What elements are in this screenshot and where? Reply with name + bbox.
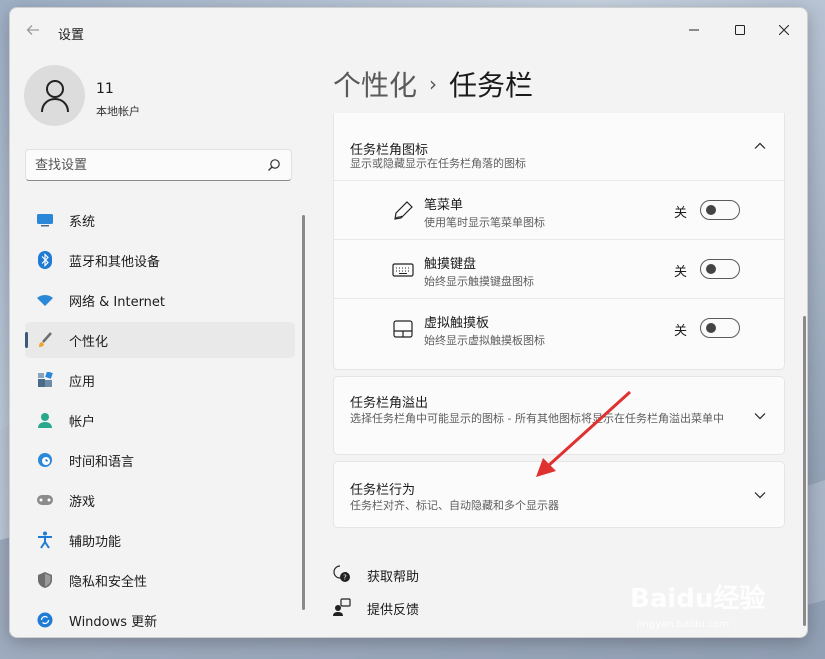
sidebar-item-label: 游戏: [69, 495, 96, 510]
bluetooth-icon: [36, 251, 54, 269]
maximize-icon: [735, 25, 745, 35]
section-title: 任务栏角溢出: [350, 396, 429, 411]
item-title: 虚拟触摸板: [424, 316, 490, 331]
item-desc: 始终显示虚拟触摸板图标: [424, 334, 545, 347]
sidebar-item-label: 辅助功能: [69, 535, 122, 550]
sidebar-item-network[interactable]: 网络 & Internet: [25, 282, 295, 318]
search-icon[interactable]: [267, 158, 281, 172]
arrow-left-icon: [26, 25, 39, 35]
item-desc: 始终显示触摸键盘图标: [424, 275, 534, 288]
sidebar-item-system[interactable]: 系统: [25, 202, 295, 238]
breadcrumb-parent[interactable]: 个性化: [333, 69, 417, 102]
touchpad-icon: [393, 320, 413, 338]
sidebar-scrollbar[interactable]: [302, 215, 305, 610]
back-button[interactable]: [23, 22, 43, 42]
account-type: 本地帐户: [96, 105, 140, 118]
shield-icon: [36, 571, 54, 589]
item-title: 笔菜单: [424, 198, 464, 213]
minimize-icon: [689, 29, 699, 31]
sidebar-item-privacy[interactable]: 隐私和安全性: [25, 562, 295, 598]
chevron-down-icon[interactable]: [754, 489, 766, 501]
toggle-state-label: 关: [674, 265, 688, 280]
settings-window: 设置 11 本地帐户 系统 蓝牙和其他设备 网络 & In: [9, 7, 808, 638]
wifi-icon: [36, 291, 54, 309]
sidebar-item-label: 蓝牙和其他设备: [69, 255, 161, 270]
globe-clock-icon: [36, 451, 54, 469]
card-corner-overflow[interactable]: 任务栏角溢出 选择任务栏角中可能显示的图标 - 所有其他图标将显示在任务栏角溢出…: [333, 376, 785, 455]
chevron-down-icon[interactable]: [754, 410, 766, 422]
sidebar-item-accessibility[interactable]: 辅助功能: [25, 522, 295, 558]
account-name: 11: [96, 81, 114, 97]
link-label: 提供反馈: [367, 603, 420, 618]
toggle-state-label: 关: [674, 206, 688, 221]
corner-item-pen-menu: 笔菜单 使用笔时显示笔菜单图标 关: [334, 180, 784, 239]
sidebar-item-accounts[interactable]: 帐户: [25, 402, 295, 438]
sidebar-item-bluetooth[interactable]: 蓝牙和其他设备: [25, 242, 295, 278]
maximize-button[interactable]: [720, 14, 760, 46]
card-taskbar-behaviors[interactable]: 任务栏行为 任务栏对齐、标记、自动隐藏和多个显示器: [333, 461, 785, 528]
sidebar-item-label: 网络 & Internet: [69, 295, 166, 310]
gamepad-icon: [36, 491, 54, 509]
avatar: [24, 65, 85, 126]
person-icon: [36, 411, 54, 429]
feedback-icon: [333, 598, 351, 616]
help-icon: ?: [333, 565, 350, 582]
pen-icon: [394, 201, 413, 220]
section-desc: 选择任务栏角中可能显示的图标 - 所有其他图标将显示在任务栏角溢出菜单中: [350, 412, 724, 425]
corner-item-touch-keyboard: 触摸键盘 始终显示触摸键盘图标 关: [334, 239, 784, 298]
sidebar-item-label: 帐户: [69, 415, 96, 430]
section-desc: 任务栏对齐、标记、自动隐藏和多个显示器: [350, 499, 559, 512]
update-icon: [36, 611, 54, 629]
apps-icon: [36, 371, 54, 389]
search-box[interactable]: [25, 149, 292, 181]
sidebar-item-label: 个性化: [69, 335, 109, 350]
minimize-button[interactable]: [674, 14, 714, 46]
search-input[interactable]: [35, 155, 255, 175]
brush-icon: [36, 331, 54, 349]
baidu-watermark-url: jingyan.baidu.com: [637, 619, 730, 630]
breadcrumb-separator: ›: [429, 72, 438, 96]
section-title: 任务栏行为: [350, 483, 416, 498]
monitor-icon: [36, 211, 54, 229]
card-corner-icons: 任务栏角图标 显示或隐藏显示在任务栏角落的图标 笔菜单 使用笔时显示笔菜单图标 …: [333, 113, 785, 370]
svg-text:?: ?: [343, 574, 347, 582]
toggle-state-label: 关: [674, 324, 688, 339]
sidebar-item-personalization[interactable]: 个性化: [25, 322, 295, 358]
sidebar-item-windows-update[interactable]: Windows 更新: [25, 602, 295, 637]
corner-item-virtual-touchpad: 虚拟触摸板 始终显示虚拟触摸板图标 关: [334, 298, 784, 357]
sidebar-item-gaming[interactable]: 游戏: [25, 482, 295, 518]
sidebar-item-apps[interactable]: 应用: [25, 362, 295, 398]
app-title: 设置: [58, 28, 85, 43]
sidebar-nav: 系统 蓝牙和其他设备 网络 & Internet 个性化 应用 帐户 时间和语言: [25, 202, 295, 637]
sidebar-item-time-language[interactable]: 时间和语言: [25, 442, 295, 478]
page-title: 任务栏: [449, 69, 534, 102]
section-desc: 显示或隐藏显示在任务栏角落的图标: [350, 157, 526, 170]
sidebar-item-label: 时间和语言: [69, 455, 135, 470]
link-label: 获取帮助: [367, 570, 420, 585]
person-icon: [40, 79, 69, 112]
corner-icons-header[interactable]: 任务栏角图标 显示或隐藏显示在任务栏角落的图标: [334, 113, 784, 180]
accessibility-icon: [36, 531, 54, 549]
sidebar-item-label: 系统: [69, 215, 96, 230]
settings-content: 任务栏角图标 显示或隐藏显示在任务栏角落的图标 笔菜单 使用笔时显示笔菜单图标 …: [333, 113, 786, 637]
close-button[interactable]: [764, 14, 804, 46]
sidebar-item-label: Windows 更新: [69, 615, 158, 630]
title-bar: 设置: [10, 8, 807, 54]
item-desc: 使用笔时显示笔菜单图标: [424, 216, 545, 229]
close-icon: [779, 25, 789, 35]
touch-keyboard-toggle[interactable]: [700, 259, 740, 279]
chevron-up-icon[interactable]: [754, 140, 766, 152]
breadcrumb: 个性化 › 任务栏: [333, 64, 533, 104]
content-scrollbar[interactable]: [803, 316, 806, 626]
pen-menu-toggle[interactable]: [700, 200, 740, 220]
virtual-touchpad-toggle[interactable]: [700, 318, 740, 338]
sidebar-item-label: 应用: [69, 375, 96, 390]
baidu-watermark: Baidu经验: [630, 584, 766, 614]
item-title: 触摸键盘: [424, 257, 477, 272]
sidebar-item-label: 隐私和安全性: [69, 575, 148, 590]
keyboard-icon: [392, 263, 414, 277]
